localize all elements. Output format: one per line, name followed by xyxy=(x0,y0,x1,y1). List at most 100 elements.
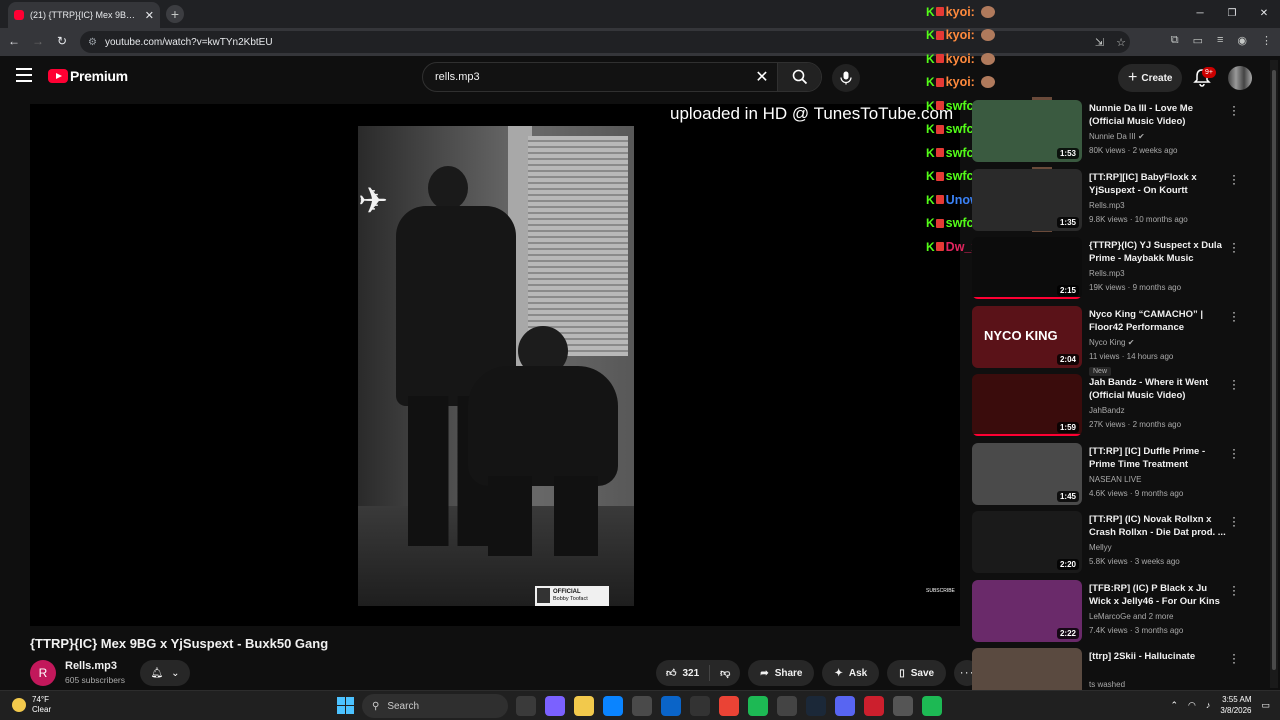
recommended-channel[interactable]: LeMarcoGe and 2 more xyxy=(1089,612,1174,621)
more-options-icon[interactable]: · · · xyxy=(1230,306,1238,326)
recommended-title[interactable]: [TT:RP] (IC) Novak Rollxn x Crash Rollxn… xyxy=(1089,513,1229,539)
search-input[interactable] xyxy=(423,71,747,83)
close-window-icon[interactable]: ✕ xyxy=(1248,0,1280,28)
ask-button[interactable]: ✦ Ask xyxy=(822,660,880,686)
browser-tab[interactable]: (21) {TTRP}{IC} Mex 9BG x Yj ✕ xyxy=(8,2,160,28)
weather-widget[interactable]: 74°F Clear xyxy=(12,695,51,715)
taskbar-app-icon[interactable] xyxy=(632,696,652,716)
new-tab-button[interactable]: + xyxy=(166,5,184,23)
more-options-icon[interactable]: · · · xyxy=(1230,237,1238,257)
recommended-video[interactable]: [ttrp] 2Skii - Hallucinatets washed1.8K … xyxy=(972,648,1252,690)
voice-search-button[interactable] xyxy=(832,64,860,92)
recommended-video[interactable]: 1:59 Jah Bandz - Where it Went (Official … xyxy=(972,374,1252,438)
site-info-icon[interactable]: ⚙ xyxy=(88,37,97,48)
browser-menu-icon[interactable]: ⋮ xyxy=(1261,34,1272,47)
close-tab-icon[interactable]: ✕ xyxy=(145,9,154,22)
recommended-channel[interactable]: Rells.mp3 xyxy=(1089,269,1125,278)
page-scrollbar[interactable] xyxy=(1270,60,1278,688)
menu-icon[interactable] xyxy=(16,68,32,82)
start-button[interactable] xyxy=(337,697,354,714)
video-thumbnail[interactable]: 1:53 xyxy=(972,100,1082,162)
like-button[interactable]: 👍︎ 321 xyxy=(656,665,711,681)
video-thumbnail[interactable] xyxy=(972,648,1082,690)
recommended-channel[interactable]: ts washed xyxy=(1089,680,1125,689)
restore-icon[interactable]: ❐ xyxy=(1216,0,1248,28)
create-button[interactable]: + Create xyxy=(1118,64,1183,92)
recommended-video[interactable]: 1:35 [TT:RP][IC] BabyFloxk x YjSuspext - … xyxy=(972,168,1252,233)
back-icon[interactable]: ← xyxy=(6,34,22,48)
profile-icon[interactable]: ◉ xyxy=(1237,34,1247,47)
clock[interactable]: 3:55 AM 3/8/2026 xyxy=(1220,694,1251,716)
channel-avatar[interactable]: R xyxy=(30,660,56,686)
recommended-title[interactable]: [TFB:RP] (IC) P Black x Ju Wick x Jelly4… xyxy=(1089,582,1229,610)
more-options-icon[interactable]: · · · xyxy=(1230,100,1238,120)
recommended-channel[interactable]: Mellyy xyxy=(1089,543,1112,552)
taskbar-app-icon[interactable] xyxy=(806,696,826,716)
recommended-video[interactable]: 1:53 Nunnie Da III - Love Me (Official Mu… xyxy=(972,100,1252,164)
taskbar-app-icon[interactable] xyxy=(748,696,768,716)
recommended-channel[interactable]: Nyco King ✔ xyxy=(1089,338,1134,347)
install-icon[interactable]: ⇲ xyxy=(1095,36,1104,49)
save-button[interactable]: ▯ Save xyxy=(887,660,947,686)
recommended-video[interactable]: 1:45 [TT:RP] [IC] Duffle Prime - Prime Ti… xyxy=(972,442,1252,507)
taskbar-app-icon[interactable] xyxy=(893,696,913,716)
dislike-button[interactable]: 👎︎ xyxy=(710,667,740,679)
recommended-channel[interactable]: JahBandz xyxy=(1089,406,1125,415)
taskbar-app-icon[interactable] xyxy=(603,696,623,716)
taskbar-app-icon[interactable] xyxy=(516,696,536,716)
recommended-title[interactable]: [TT:RP] [IC] Duffle Prime - Prime Time T… xyxy=(1089,445,1229,471)
taskbar-app-icon[interactable] xyxy=(864,696,884,716)
video-thumbnail[interactable]: 2:15 xyxy=(972,237,1082,299)
more-options-icon[interactable]: · · · xyxy=(1230,580,1238,600)
notification-center-icon[interactable]: ▭ xyxy=(1261,700,1270,711)
video-thumbnail[interactable]: 2:22 xyxy=(972,579,1082,642)
tray-chevron-icon[interactable]: ⌃ xyxy=(1170,700,1178,711)
taskbar-app-icon[interactable] xyxy=(661,696,681,716)
more-options-icon[interactable]: · · · xyxy=(1230,374,1238,394)
youtube-logo[interactable]: Premium xyxy=(48,68,128,84)
video-thumbnail[interactable]: 1:35 xyxy=(972,168,1082,231)
recommended-video[interactable]: 2:22 [TFB:RP] (IC) P Black x Ju Wick x Je… xyxy=(972,579,1252,644)
bookmark-star-icon[interactable]: ☆ xyxy=(1116,36,1126,49)
recommended-title[interactable]: [ttrp] 2Skii - Hallucinate xyxy=(1089,650,1229,663)
more-options-icon[interactable]: · · · xyxy=(1230,511,1238,531)
taskbar-app-icon[interactable] xyxy=(777,696,797,716)
taskbar-app-icon[interactable] xyxy=(835,696,855,716)
reading-list-icon[interactable]: ≡ xyxy=(1217,34,1223,47)
subscription-notify-button[interactable]: 🔔︎ ⌄ xyxy=(140,660,190,686)
taskbar-search[interactable]: ⚲ Search xyxy=(362,694,508,718)
video-thumbnail[interactable]: NYCO KING 2:04 xyxy=(972,305,1082,368)
recommended-channel[interactable]: Rells.mp3 xyxy=(1089,201,1125,210)
taskbar-app-icon[interactable] xyxy=(922,696,942,716)
recommended-video[interactable]: 2:15 {TTRP}(IC) YJ Suspect x Dula Prime -… xyxy=(972,237,1252,301)
minimize-icon[interactable]: ─ xyxy=(1184,0,1216,28)
taskbar-app-icon[interactable] xyxy=(719,696,739,716)
video-player[interactable]: ✈ OFFICIAL Bobby Toofact SUBSCRIBE xyxy=(30,104,960,626)
search-button[interactable] xyxy=(777,63,821,91)
reload-icon[interactable]: ↻ xyxy=(54,34,70,48)
video-thumbnail[interactable]: 2:20 xyxy=(972,511,1082,573)
cast-icon[interactable]: ▭ xyxy=(1193,34,1203,47)
account-avatar[interactable] xyxy=(1228,66,1252,90)
recommended-title[interactable]: Nunnie Da III - Love Me (Official Music … xyxy=(1089,102,1229,128)
recommended-video[interactable]: 2:20 [TT:RP] (IC) Novak Rollxn x Crash Ro… xyxy=(972,511,1252,575)
recommended-title[interactable]: {TTRP}(IC) YJ Suspect x Dula Prime - May… xyxy=(1089,239,1229,265)
recommended-channel[interactable]: NASEAN LIVE xyxy=(1089,475,1141,484)
recommended-title[interactable]: Nyco King “CAMACHO” | Floor42 Performanc… xyxy=(1089,308,1229,334)
more-options-icon[interactable]: · · · xyxy=(1230,648,1238,668)
channel-name[interactable]: Rells.mp3 xyxy=(65,660,117,672)
clear-search-icon[interactable]: ✕ xyxy=(747,67,777,87)
recommended-video[interactable]: NYCO KING 2:04 Nyco King “CAMACHO” | Floor… xyxy=(972,305,1252,376)
share-button[interactable]: ➦ Share xyxy=(748,660,815,686)
video-thumbnail[interactable]: 1:45 xyxy=(972,442,1082,505)
taskbar-app-icon[interactable] xyxy=(574,696,594,716)
forward-icon[interactable]: → xyxy=(30,34,46,48)
recommended-channel[interactable]: Nunnie Da III ✔ xyxy=(1089,132,1145,141)
video-thumbnail[interactable]: 1:59 xyxy=(972,374,1082,436)
taskbar-app-icon[interactable] xyxy=(545,696,565,716)
recommended-title[interactable]: Jah Bandz - Where it Went (Official Musi… xyxy=(1089,376,1229,402)
extensions-icon[interactable]: ⧉ xyxy=(1171,34,1179,47)
subscribe-watermark[interactable]: SUBSCRIBE xyxy=(926,588,955,594)
taskbar-app-icon[interactable] xyxy=(690,696,710,716)
more-options-icon[interactable]: · · · xyxy=(1230,169,1238,189)
